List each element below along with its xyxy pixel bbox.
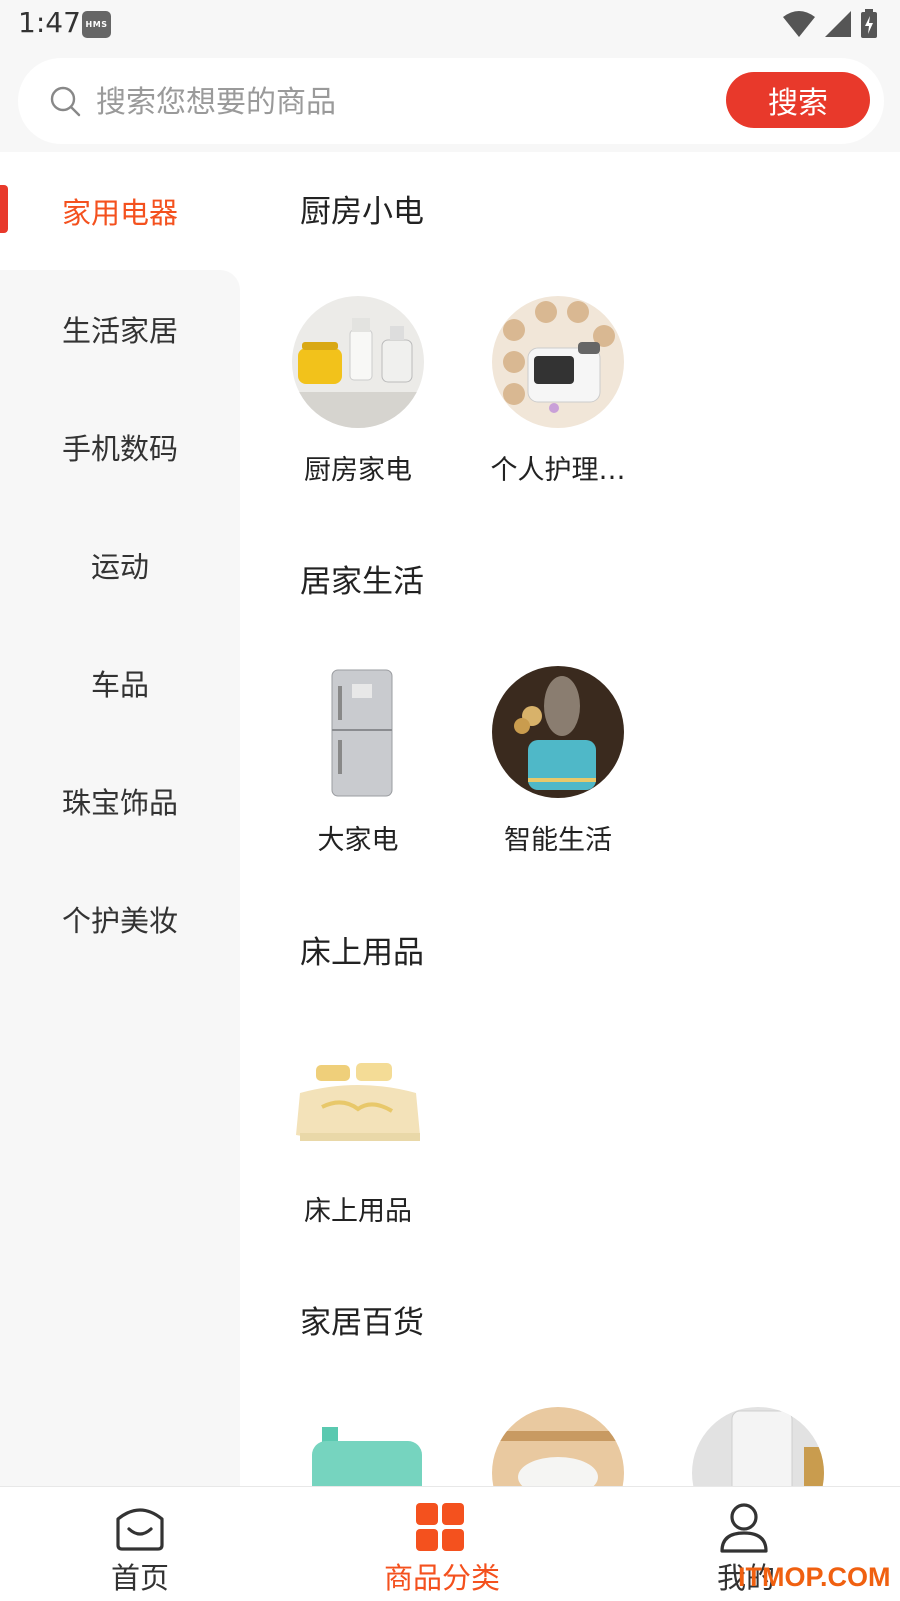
search-button[interactable]: 搜索	[726, 72, 870, 128]
household-image	[492, 1407, 624, 1486]
wifi-icon	[783, 11, 815, 37]
status-time: 1:47	[18, 6, 81, 39]
fridge-image	[292, 666, 424, 798]
status-bar: 1:47 HMS	[0, 0, 900, 48]
signal-icon	[825, 11, 851, 37]
sidebar-item-home-living[interactable]: 生活家居	[0, 270, 240, 388]
nav-home[interactable]: 首页	[40, 1487, 240, 1601]
sidebar-item-sports[interactable]: 运动	[0, 506, 240, 624]
category-label: 床上用品	[304, 1196, 412, 1227]
detergent-image	[292, 1407, 424, 1486]
section-title: 居家生活	[300, 564, 424, 600]
bedding-image	[292, 1037, 424, 1169]
sidebar-item-jewelry[interactable]: 珠宝饰品	[0, 742, 240, 860]
category-tile[interactable]: 厨房家电	[258, 296, 458, 487]
home-icon	[116, 1508, 164, 1551]
nav-home-label: 首页	[110, 1561, 169, 1595]
personal-care-image	[492, 296, 624, 428]
search-bar: 搜索	[0, 48, 900, 152]
battery-icon	[861, 9, 877, 38]
category-tile[interactable]: 床上用品	[258, 1037, 458, 1228]
user-icon	[720, 1503, 768, 1553]
category-grid-icon	[416, 1503, 464, 1551]
kitchen-appliance-image	[292, 296, 424, 428]
section-title: 家居百货	[300, 1305, 424, 1341]
sidebar-item-beauty[interactable]: 个护美妆	[0, 860, 240, 978]
category-tile[interactable]	[258, 1407, 458, 1486]
category-label: 个人护理…	[490, 455, 626, 486]
nav-category-label: 商品分类	[383, 1561, 500, 1595]
category-sidebar: 家用电器 生活家居 手机数码 运动 车品 珠宝饰品 个护美妆	[0, 152, 240, 1486]
nav-category[interactable]: 商品分类	[342, 1487, 542, 1601]
section-title: 厨房小电	[300, 194, 424, 230]
status-icons	[782, 9, 878, 39]
storage-image	[692, 1407, 824, 1486]
hms-badge: HMS	[82, 11, 111, 38]
smart-living-image	[492, 666, 624, 798]
category-tile[interactable]: 个人护理…	[458, 296, 658, 487]
search-box: 搜索	[18, 58, 884, 144]
sidebar-item-home-appliances[interactable]: 家用电器	[0, 152, 240, 270]
category-tile[interactable]	[458, 1407, 658, 1486]
category-tile[interactable]: 智能生活	[458, 666, 658, 857]
category-label: 厨房家电	[304, 455, 412, 486]
category-label: 智能生活	[504, 825, 612, 856]
category-label: 大家电	[317, 825, 399, 856]
sidebar-item-digital[interactable]: 手机数码	[0, 388, 240, 506]
search-icon	[50, 86, 81, 117]
sidebar-item-car[interactable]: 车品	[0, 624, 240, 742]
search-input[interactable]	[94, 74, 698, 130]
category-content: 厨房小电 厨房家电 个人护理… 居家生活 大家电 智能生活 床上用品 床上用品 …	[240, 152, 900, 1486]
section-title: 床上用品	[300, 935, 424, 971]
category-tile[interactable]	[658, 1407, 858, 1486]
category-tile[interactable]: 大家电	[258, 666, 458, 857]
watermark: ITMOP.COM	[738, 1562, 891, 1592]
